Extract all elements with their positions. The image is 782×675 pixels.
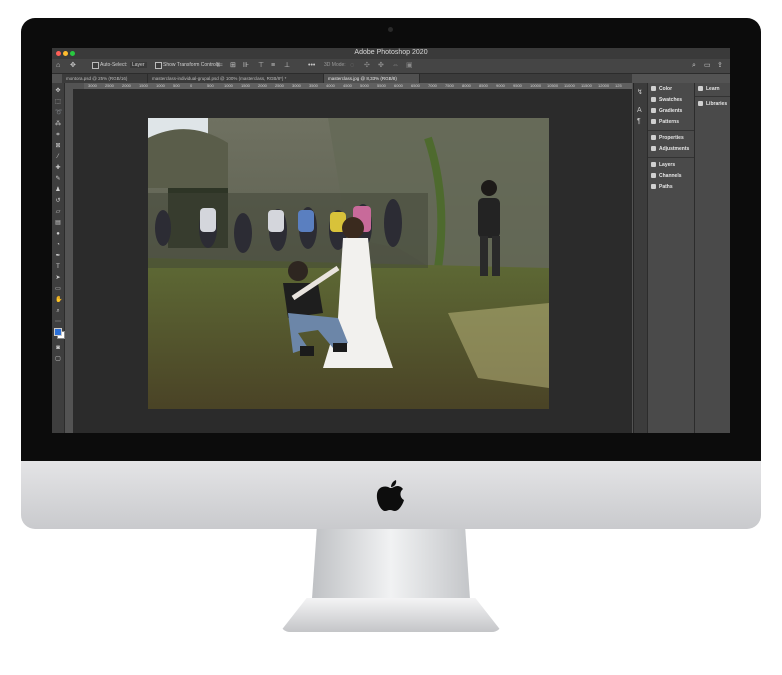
panel-channels[interactable]: Channels xyxy=(651,172,682,181)
document-image xyxy=(148,118,549,409)
libraries-icon xyxy=(698,101,703,107)
patterns-icon xyxy=(651,119,656,125)
lasso-tool-icon[interactable]: ➰ xyxy=(55,110,62,116)
rectangle-tool-icon[interactable]: ▭ xyxy=(55,286,61,292)
panel-layers[interactable]: Layers xyxy=(651,161,675,170)
swatches-icon xyxy=(651,97,656,103)
panel-adjustments[interactable]: Adjustments xyxy=(651,145,689,154)
workspace-icon[interactable]: ▭ xyxy=(704,62,711,69)
eyedropper-tool-icon[interactable]: ⁄ xyxy=(55,154,61,160)
quick-mask-icon[interactable]: ◙ xyxy=(55,345,61,351)
webcam xyxy=(388,27,393,32)
title-bar: Adobe Photoshop 2020 xyxy=(52,48,730,59)
options-bar: ⌂ ✥ Auto-Select: Layer Show Transform Co… xyxy=(52,59,730,74)
transform-controls-checkbox[interactable] xyxy=(155,62,162,69)
3d-orbit-icon[interactable]: ◌ xyxy=(350,62,354,69)
move-tool-icon[interactable]: ✥ xyxy=(70,62,76,69)
layers-icon xyxy=(651,162,656,168)
panel-libraries[interactable]: Libraries xyxy=(698,100,727,109)
secondary-panel-dock: Learn Libraries xyxy=(694,83,730,433)
3d-slide-icon[interactable]: ⇔ xyxy=(392,62,399,69)
tools-panel: ✥ ⬚ ➰ ⁂ ⌗ ⊠ ⁄ ✚ ✎ ♟ ↺ ▱ ▤ ● ◔ ✒ T ➤ ▭ ✋ … xyxy=(52,83,65,433)
magic-wand-tool-icon[interactable]: ⁂ xyxy=(55,121,61,127)
pen-tool-icon[interactable]: ✒ xyxy=(55,253,61,259)
3d-pan-icon[interactable]: ✤ xyxy=(378,62,384,69)
eraser-tool-icon[interactable]: ▱ xyxy=(55,209,61,215)
zoom-tool-icon[interactable]: ⌕ xyxy=(55,308,61,314)
align-left-icon[interactable]: ⊫ xyxy=(217,62,223,69)
marquee-tool-icon[interactable]: ⬚ xyxy=(55,99,61,105)
clone-stamp-tool-icon[interactable]: ♟ xyxy=(55,187,61,193)
brush-tool-icon[interactable]: ✎ xyxy=(55,176,61,182)
3d-roll-icon[interactable]: ✣ xyxy=(364,62,370,69)
panel-divider xyxy=(648,130,694,131)
auto-select-label: Auto-Select: xyxy=(100,62,128,68)
align-middle-icon[interactable]: ≡ xyxy=(271,62,275,69)
learn-icon xyxy=(698,86,703,92)
panel-paths[interactable]: Paths xyxy=(651,183,673,192)
type-tool-icon[interactable]: T xyxy=(55,264,61,270)
history-brush-tool-icon[interactable]: ↺ xyxy=(55,198,61,204)
panel-divider xyxy=(648,157,694,158)
panel-color[interactable]: Color xyxy=(651,85,672,94)
adjustments-icon xyxy=(651,146,656,152)
move-tool-icon[interactable]: ✥ xyxy=(55,88,61,94)
gradient-tool-icon[interactable]: ▤ xyxy=(55,220,61,226)
foreground-color-swatch[interactable] xyxy=(54,328,62,336)
align-bottom-icon[interactable]: ⊥ xyxy=(284,62,290,69)
channels-icon xyxy=(651,173,656,179)
screen-mode-icon[interactable]: ▢ xyxy=(55,356,61,362)
tab-masterclass-individual-grupal[interactable]: masterclass-individual-grupal.psd @ 100%… xyxy=(148,74,324,83)
align-right-icon[interactable]: ⊪ xyxy=(243,62,249,69)
history-icon[interactable]: ↯ xyxy=(637,89,643,96)
color-icon xyxy=(651,86,656,92)
monitor-stand-base xyxy=(280,598,502,632)
path-selection-tool-icon[interactable]: ➤ xyxy=(55,275,61,281)
tab-masterclass-jpg[interactable]: masterclass.jpg @ 8,33% (RGB/8) xyxy=(324,74,420,83)
panel-swatches[interactable]: Swatches xyxy=(651,96,682,105)
panel-gradients[interactable]: Gradients xyxy=(651,107,682,116)
search-icon[interactable]: ⌕ xyxy=(692,62,696,69)
hand-tool-icon[interactable]: ✋ xyxy=(55,297,62,303)
gradients-icon xyxy=(651,108,656,114)
paths-icon xyxy=(651,184,656,190)
auto-select-dropdown[interactable]: Layer xyxy=(130,62,147,68)
panel-divider xyxy=(695,96,730,97)
more-tools-icon[interactable]: ⋯ xyxy=(55,319,61,325)
align-center-icon[interactable]: ⊞ xyxy=(230,62,236,69)
align-top-icon[interactable]: ⊤ xyxy=(258,62,264,69)
character-icon[interactable]: A xyxy=(637,107,642,114)
panel-properties[interactable]: Properties xyxy=(651,134,684,143)
panel-patterns[interactable]: Patterns xyxy=(651,118,679,127)
frame-tool-icon[interactable]: ⊠ xyxy=(55,143,61,149)
paragraph-icon[interactable]: ¶ xyxy=(637,118,641,125)
apple-logo-icon xyxy=(376,480,404,511)
panel-learn[interactable]: Learn xyxy=(698,85,720,94)
more-options-icon[interactable]: ••• xyxy=(308,62,315,69)
home-icon[interactable]: ⌂ xyxy=(56,62,60,69)
blur-tool-icon[interactable]: ● xyxy=(55,231,61,237)
crop-tool-icon[interactable]: ⌗ xyxy=(55,132,61,138)
3d-mode-label: 3D Mode: xyxy=(324,62,346,68)
transform-controls-label: Show Transform Controls xyxy=(163,62,220,68)
panel-icon-column: ↯ A ¶ xyxy=(633,83,647,433)
3d-scale-icon[interactable]: ▣ xyxy=(406,62,413,69)
healing-brush-tool-icon[interactable]: ✚ xyxy=(55,165,61,171)
share-icon[interactable]: ⇪ xyxy=(717,62,723,69)
dodge-tool-icon[interactable]: ◔ xyxy=(55,242,61,248)
app-title: Adobe Photoshop 2020 xyxy=(354,49,428,56)
tab-montora[interactable]: montora.psd @ 25% (RGB/16) xyxy=(62,74,148,83)
properties-icon xyxy=(651,135,656,141)
monitor-stand-neck xyxy=(312,529,470,599)
panel-dock: Color Swatches Gradients Patterns Proper… xyxy=(647,83,694,433)
document-tabs: montora.psd @ 25% (RGB/16) masterclass-i… xyxy=(62,74,632,83)
auto-select-checkbox[interactable] xyxy=(92,62,99,69)
